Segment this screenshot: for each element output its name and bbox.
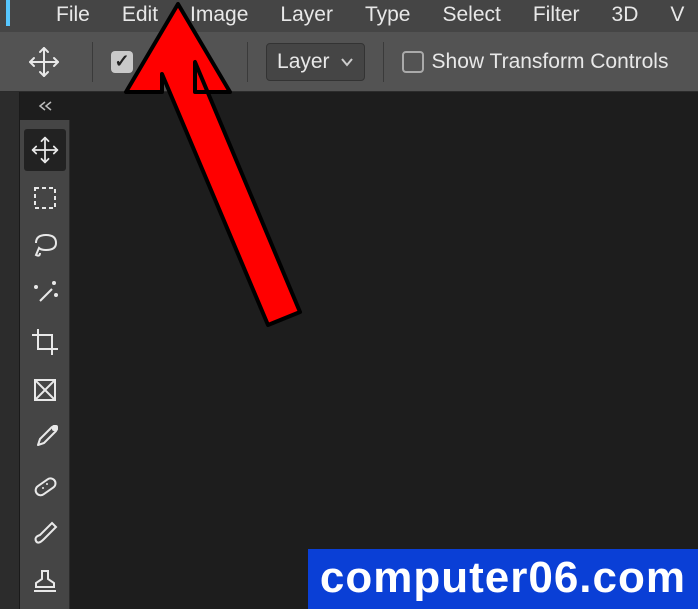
collapse-toolbar-button[interactable] — [22, 96, 68, 116]
menu-select[interactable]: Select — [426, 0, 516, 32]
show-transform-label: Show Transform Controls — [432, 50, 669, 74]
wand-tool[interactable] — [24, 273, 66, 315]
marquee-tool[interactable] — [24, 177, 66, 219]
brush-icon — [30, 519, 60, 549]
show-transform-checkbox[interactable]: Show Transform Controls — [402, 50, 669, 74]
wand-icon — [30, 279, 60, 309]
menu-filter[interactable]: Filter — [517, 0, 596, 32]
layer-select-label: Layer — [277, 50, 330, 74]
menu-edit[interactable]: Edit — [106, 0, 174, 32]
move-icon — [30, 135, 60, 165]
menu-view-partial[interactable]: V — [654, 0, 698, 32]
crop-icon — [30, 327, 60, 357]
layer-select-dropdown[interactable]: Layer — [266, 43, 365, 81]
move-icon — [27, 45, 61, 79]
menu-layer[interactable]: Layer — [264, 0, 349, 32]
checkbox-empty-icon — [402, 51, 424, 73]
double-chevron-icon — [35, 100, 55, 112]
lasso-icon — [30, 231, 60, 261]
menu-bar: File Edit Image Layer Type Select Filter… — [0, 0, 698, 32]
eyedropper-tool[interactable] — [24, 417, 66, 459]
tool-panel — [20, 120, 70, 609]
divider — [247, 42, 248, 82]
marquee-icon — [31, 184, 59, 212]
divider — [383, 42, 384, 82]
app-icon — [6, 0, 10, 26]
healing-tool[interactable] — [24, 465, 66, 507]
menu-file[interactable]: File — [40, 0, 106, 32]
panel-dock-strip — [0, 92, 20, 609]
active-tool-indicator[interactable] — [14, 40, 74, 84]
crop-tool[interactable] — [24, 321, 66, 363]
options-bar: ✓ A Layer Show Transform Controls — [0, 32, 698, 92]
bandaid-icon — [30, 471, 60, 501]
canvas-area[interactable] — [70, 92, 698, 609]
menu-image[interactable]: Image — [174, 0, 264, 32]
eyedropper-icon — [30, 423, 60, 453]
check-icon: ✓ — [111, 51, 133, 73]
chevron-down-icon — [340, 55, 354, 69]
auto-select-label: A — [141, 50, 155, 74]
auto-select-checkbox[interactable]: ✓ A — [111, 50, 155, 74]
move-tool[interactable] — [24, 129, 66, 171]
frame-tool[interactable] — [24, 369, 66, 411]
frame-icon — [31, 376, 59, 404]
watermark: computer06.com — [308, 549, 698, 609]
stamp-tool[interactable] — [24, 561, 66, 603]
menu-type[interactable]: Type — [349, 0, 427, 32]
lasso-tool[interactable] — [24, 225, 66, 267]
menu-3d[interactable]: 3D — [596, 0, 655, 32]
stamp-icon — [30, 567, 60, 597]
brush-tool[interactable] — [24, 513, 66, 555]
divider — [92, 42, 93, 82]
